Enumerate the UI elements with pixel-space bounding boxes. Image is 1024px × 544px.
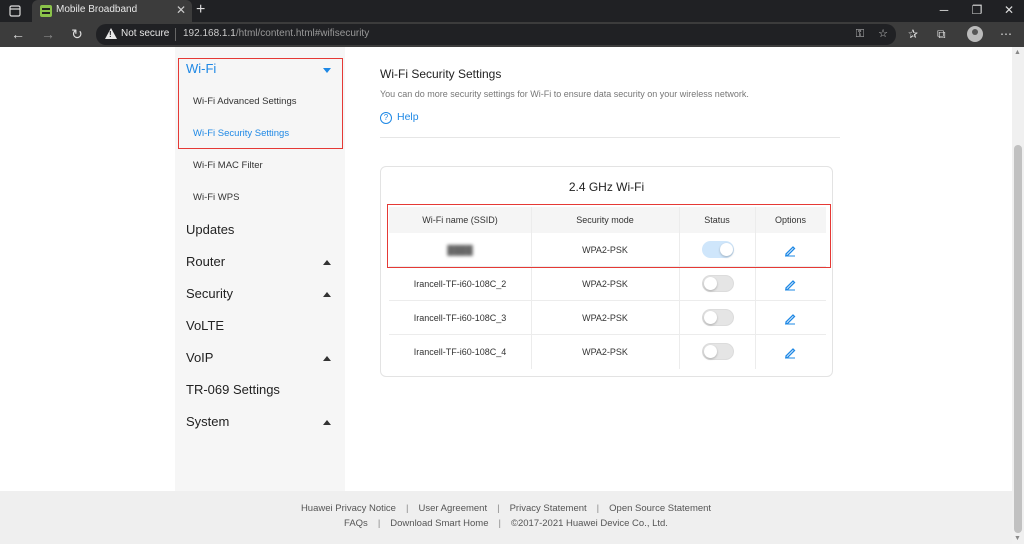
footer-link-user-agreement[interactable]: User Agreement	[418, 503, 487, 514]
forward-icon[interactable]: →	[38, 25, 58, 43]
address-toolbar: ← → ↻ Not secure 192.168.1.1/html/conten…	[0, 22, 1024, 47]
first-row-highlight	[387, 204, 831, 268]
close-window-icon[interactable]: ✕	[994, 2, 1024, 18]
wifi-24ghz-card: 2.4 GHz Wi-Fi Wi-Fi name (SSID) Security…	[380, 166, 833, 377]
status-toggle[interactable]	[702, 309, 734, 326]
sidebar-subitem-wifi-mac-filter[interactable]: Wi-Fi MAC Filter	[193, 160, 263, 171]
address-bar[interactable]: Not secure 192.168.1.1/html/content.html…	[96, 24, 896, 45]
huawei-favicon-icon	[40, 5, 52, 17]
table-row: Irancell-TF-i60-108C_2 WPA2-PSK	[389, 267, 826, 301]
reload-icon[interactable]: ↻	[67, 25, 87, 43]
tab-title: Mobile Broadband	[56, 4, 138, 15]
sidebar-item-updates[interactable]: Updates	[186, 222, 234, 237]
chevron-up-icon[interactable]	[323, 260, 331, 265]
scrollbar-thumb[interactable]	[1014, 145, 1022, 533]
footer-copyright: ©2017-2021 Huawei Device Co., Ltd.	[510, 518, 668, 529]
page-description: You can do more security settings for Wi…	[380, 89, 749, 99]
maximize-icon[interactable]: ❐	[962, 2, 992, 18]
warning-icon[interactable]	[105, 28, 117, 39]
security-indicator[interactable]: Not secure	[121, 28, 169, 39]
footer-links-row-2: FAQs | Download Smart Home | ©2017-2021 Huaw…	[344, 518, 668, 529]
new-tab-icon[interactable]: +	[196, 1, 205, 19]
page-scrollbar[interactable]: ▲ ▼	[1012, 47, 1024, 544]
status-toggle[interactable]	[702, 275, 734, 292]
edit-pencil-icon[interactable]	[783, 311, 797, 325]
back-icon[interactable]: ←	[8, 25, 28, 43]
footer-link-faqs[interactable]: FAQs	[344, 518, 368, 529]
sidebar-item-tr069[interactable]: TR-069 Settings	[186, 382, 280, 397]
help-icon[interactable]: ?	[380, 112, 392, 124]
sidebar-item-volte[interactable]: VoLTE	[186, 318, 224, 333]
table-row: Irancell-TF-i60-108C_3 WPA2-PSK	[389, 301, 826, 335]
sidebar-subitem-wifi-wps[interactable]: Wi-Fi WPS	[193, 192, 239, 203]
chevron-up-icon[interactable]	[323, 356, 331, 361]
footer-link-privacy-statement[interactable]: Privacy Statement	[510, 503, 587, 514]
footer-link-download-smart-home[interactable]: Download Smart Home	[390, 518, 488, 529]
edit-pencil-icon[interactable]	[783, 345, 797, 359]
footer: Huawei Privacy Notice | User Agreement | Pri…	[0, 491, 1012, 544]
address-separator	[175, 28, 176, 41]
security-mode-cell: WPA2-PSK	[582, 279, 628, 289]
sidebar-item-voip[interactable]: VoIP	[186, 350, 213, 365]
sidebar-subitem-wifi-security[interactable]: Wi-Fi Security Settings	[193, 128, 289, 139]
ssid-cell: Irancell-TF-i60-108C_2	[413, 279, 507, 289]
router-web-page: Wi-Fi Wi-Fi Advanced Settings Wi-Fi Secu…	[0, 47, 1012, 544]
browser-tab[interactable]: Mobile Broadband ✕	[32, 0, 192, 22]
edit-pencil-icon[interactable]	[783, 277, 797, 291]
security-mode-cell: WPA2-PSK	[582, 347, 628, 357]
favorites-icon[interactable]: ✰	[908, 26, 918, 42]
window-menu-icon[interactable]	[8, 4, 22, 18]
footer-link-privacy-notice[interactable]: Huawei Privacy Notice	[301, 503, 396, 514]
security-mode-cell: WPA2-PSK	[582, 313, 628, 323]
sidebar-item-wifi[interactable]: Wi-Fi	[186, 61, 216, 76]
address-bar-icons: ⚿ ☆	[842, 27, 888, 41]
divider	[380, 137, 840, 138]
chevron-down-icon[interactable]	[323, 68, 331, 73]
chevron-up-icon[interactable]	[323, 420, 331, 425]
scroll-down-icon[interactable]: ▼	[1014, 535, 1021, 542]
browser-tab-bar: Mobile Broadband ✕ + ─ ❐ ✕	[0, 0, 1024, 22]
ssid-cell: Irancell-TF-i60-108C_4	[413, 347, 507, 357]
chevron-up-icon[interactable]	[323, 292, 331, 297]
page-title: Wi-Fi Security Settings	[380, 67, 502, 81]
collections-icon[interactable]: ⧉	[937, 26, 946, 42]
favorite-star-icon[interactable]: ☆	[878, 28, 888, 40]
key-icon[interactable]: ⚿	[856, 28, 864, 40]
sidebar-item-router[interactable]: Router	[186, 254, 225, 269]
sidebar-subitem-wifi-advanced[interactable]: Wi-Fi Advanced Settings	[193, 96, 297, 107]
table-row: Irancell-TF-i60-108C_4 WPA2-PSK	[389, 335, 826, 369]
sidebar-item-system[interactable]: System	[186, 414, 229, 429]
sidebar: Wi-Fi Wi-Fi Advanced Settings Wi-Fi Secu…	[175, 47, 345, 491]
status-toggle[interactable]	[702, 343, 734, 360]
sidebar-item-security[interactable]: Security	[186, 286, 233, 301]
footer-link-open-source[interactable]: Open Source Statement	[609, 503, 711, 514]
tab-close-icon[interactable]: ✕	[176, 3, 186, 17]
url-text[interactable]: 192.168.1.1/html/content.html#wifisecuri…	[183, 28, 369, 39]
scroll-up-icon[interactable]: ▲	[1014, 49, 1021, 56]
minimize-icon[interactable]: ─	[929, 2, 959, 18]
ssid-cell: Irancell-TF-i60-108C_3	[413, 313, 507, 323]
card-title: 2.4 GHz Wi-Fi	[568, 180, 645, 194]
profile-avatar[interactable]	[967, 26, 983, 42]
footer-links-row-1: Huawei Privacy Notice | User Agreement | Pri…	[300, 503, 712, 514]
more-options-icon[interactable]: ⋯	[1000, 26, 1012, 42]
help-link[interactable]: Help	[397, 111, 419, 123]
